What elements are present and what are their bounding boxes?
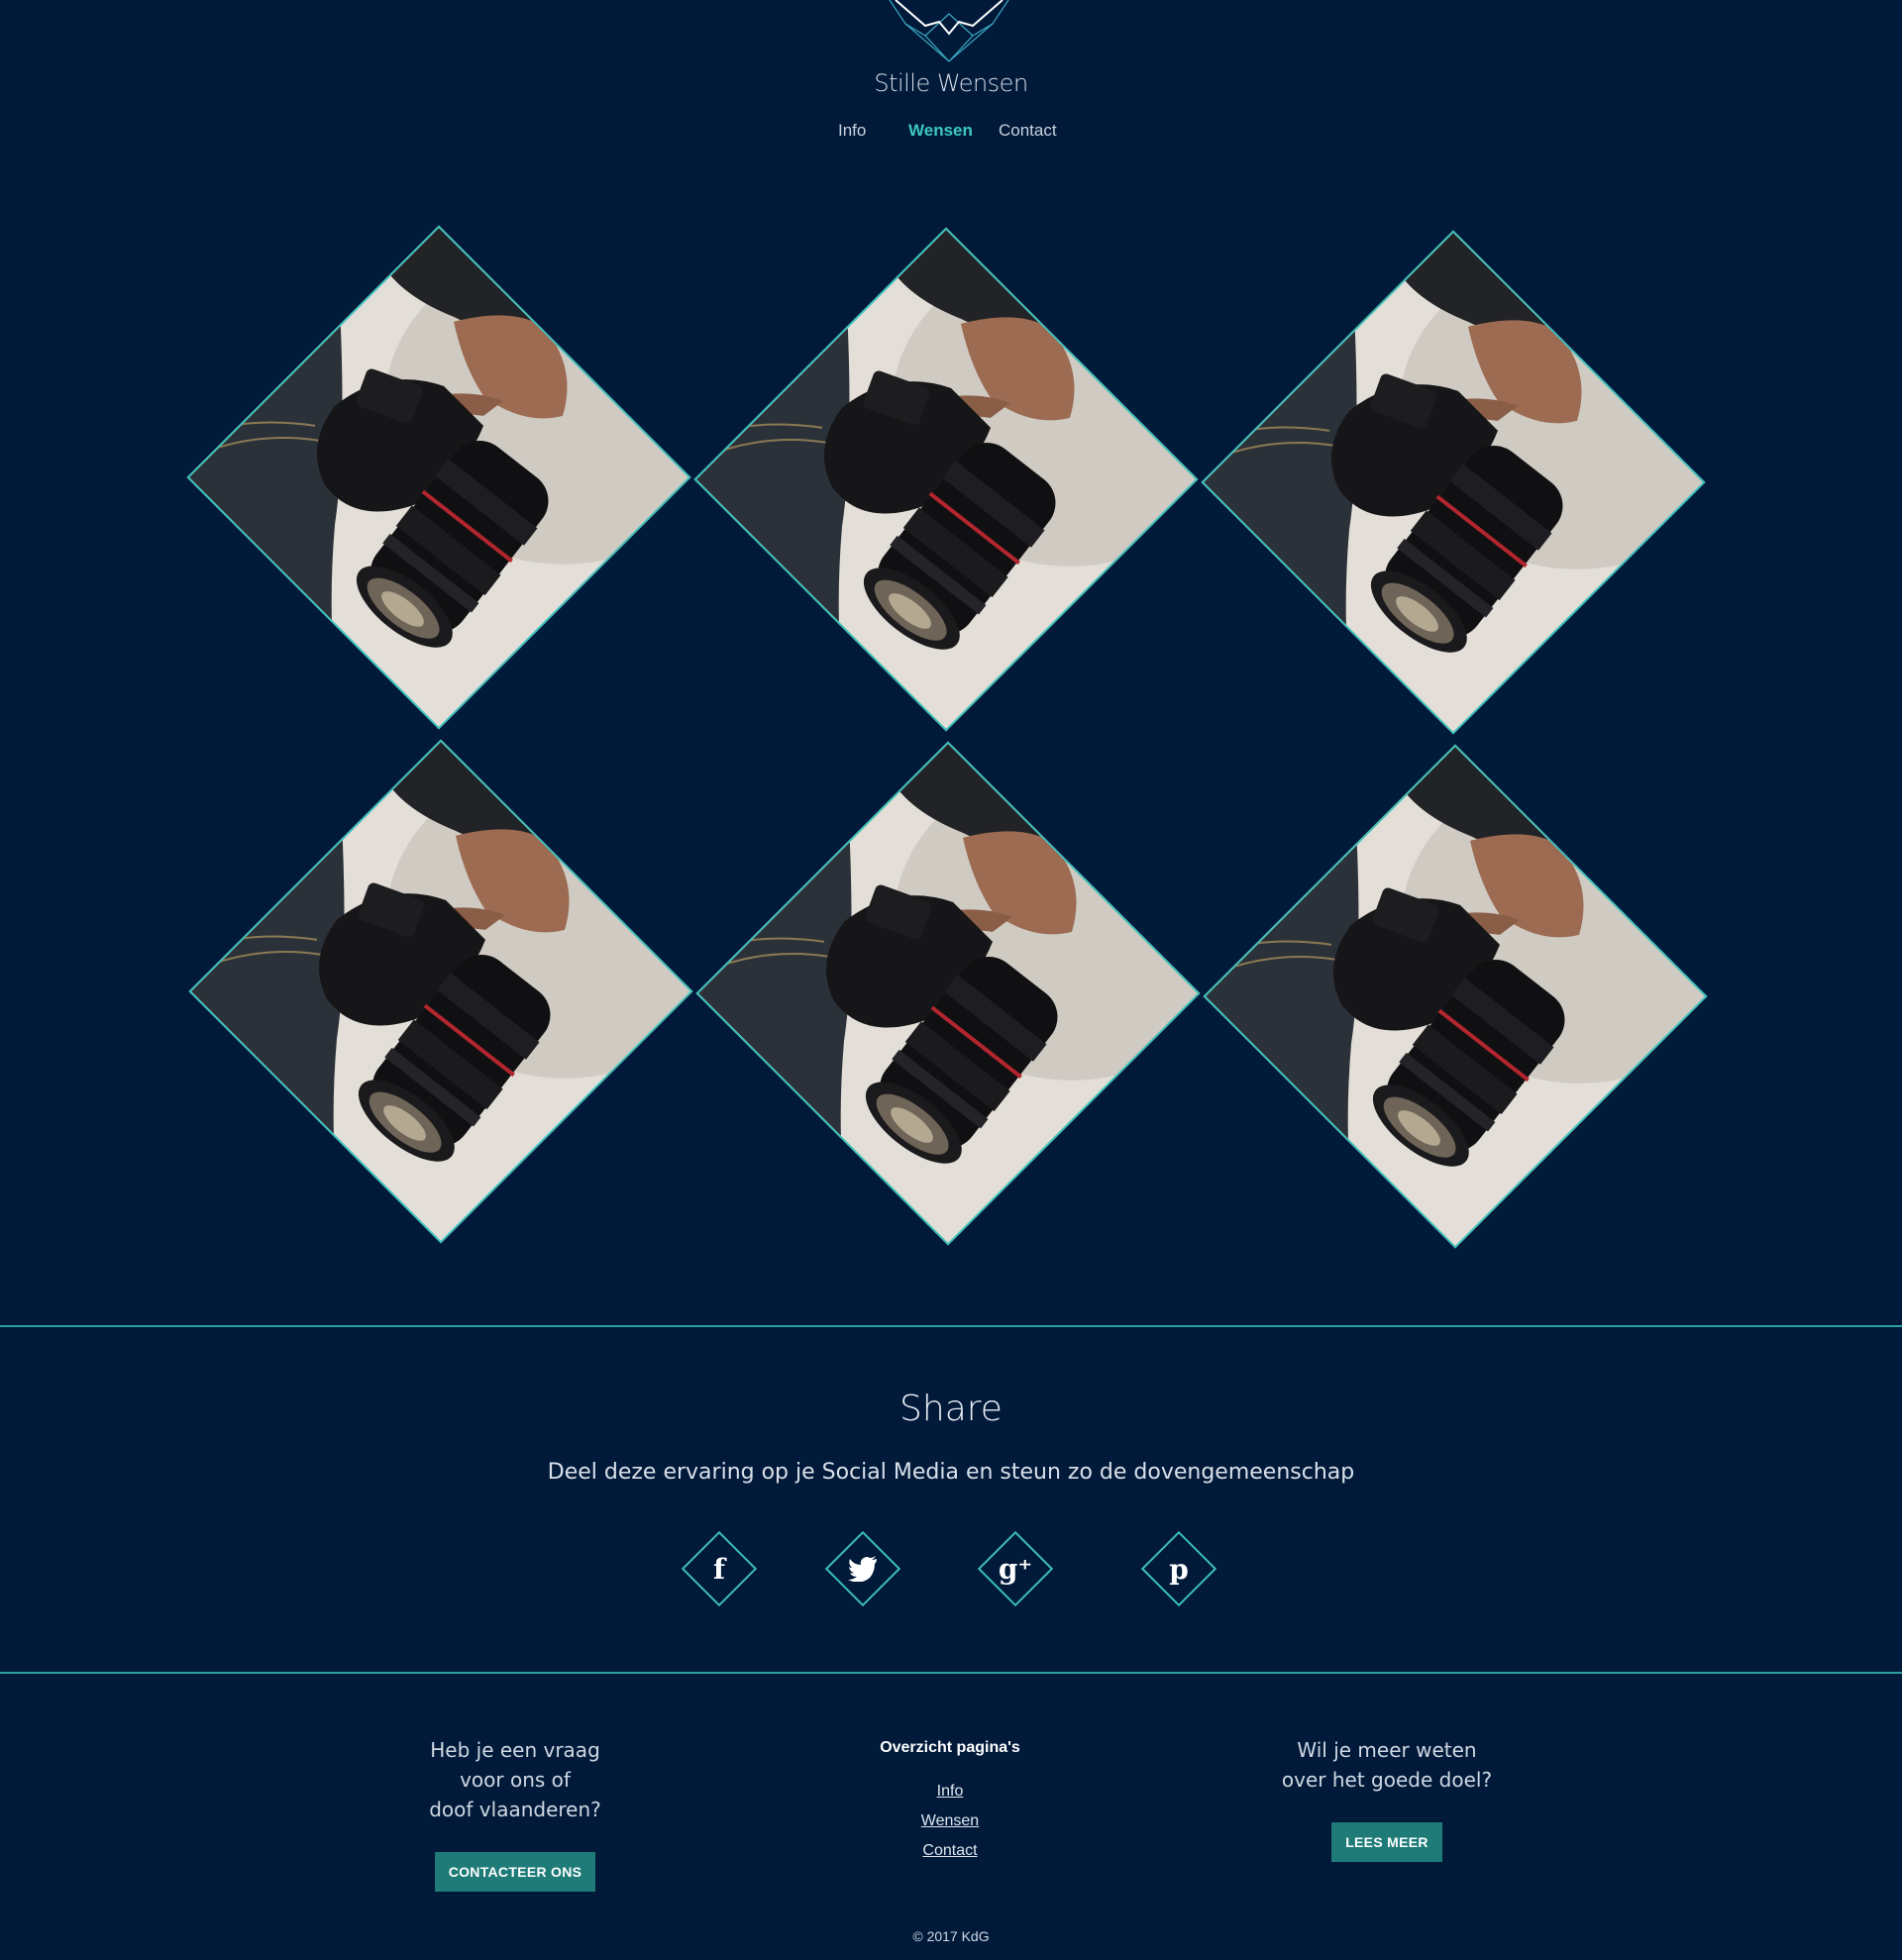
footer-overview: Overzicht pagina's Info Wensen Contact [831,1739,1069,1866]
main-nav: Info Wensen Contact [0,121,1902,145]
section-divider [0,1672,1902,1674]
pinterest-icon: p [1169,1552,1189,1586]
camera-photo-image [186,228,690,730]
copyright: © 2017 KdG [912,1928,990,1944]
share-subtitle: Deel deze ervaring op je Social Media en… [547,1460,1355,1485]
footer-link-info[interactable]: Info [831,1777,1069,1806]
gallery-item[interactable] [695,741,1201,1246]
overview-title: Overzicht pagina's [880,1739,1020,1756]
footer-more-line: over het goede doel? [1281,1768,1493,1792]
twitter-button[interactable] [824,1530,901,1607]
logo-icon[interactable] [886,0,1012,65]
footer-question-line: doof vlaanderen? [429,1798,601,1821]
google-plus-icon: g⁺ [998,1552,1033,1586]
google-plus-button[interactable]: g⁺ [977,1530,1054,1607]
twitter-icon [838,1544,888,1594]
camera-photo-image [188,742,692,1244]
gallery-item[interactable] [186,225,691,730]
pinterest-button[interactable]: p [1140,1530,1217,1607]
share-title: Share [899,1389,1003,1429]
gallery-item[interactable] [1203,744,1708,1249]
footer-link-wensen[interactable]: Wensen [831,1806,1069,1836]
read-more-button[interactable]: LEES MEER [1331,1822,1442,1862]
footer-link-contact[interactable]: Contact [831,1836,1069,1866]
footer-question-line: Heb je een vraag [430,1738,600,1762]
contact-button[interactable]: CONTACTEER ONS [434,1852,596,1892]
gallery-item[interactable] [188,739,693,1244]
camera-photo-image [1201,233,1705,735]
camera-photo-image [1203,747,1707,1249]
nav-item-info[interactable]: Info [838,121,866,141]
nav-item-contact[interactable]: Contact [999,121,1057,141]
facebook-button[interactable]: f [681,1530,758,1607]
camera-photo-image [695,744,1200,1246]
brand-title: Stille Wensen [874,69,1028,97]
gallery-item[interactable] [1201,230,1706,735]
footer-more-info: Wil je meer weten over het goede doel? L… [1268,1735,1506,1862]
footer-question-line: voor ons of [460,1768,571,1792]
facebook-icon: f [712,1552,726,1586]
nav-item-wensen[interactable]: Wensen [908,121,973,141]
camera-photo-image [693,230,1198,732]
footer-more-line: Wil je meer weten [1297,1738,1477,1762]
gallery-item[interactable] [693,227,1199,732]
footer-contact: Heb je een vraag voor ons of doof vlaand… [396,1735,634,1892]
section-divider [0,1325,1902,1327]
